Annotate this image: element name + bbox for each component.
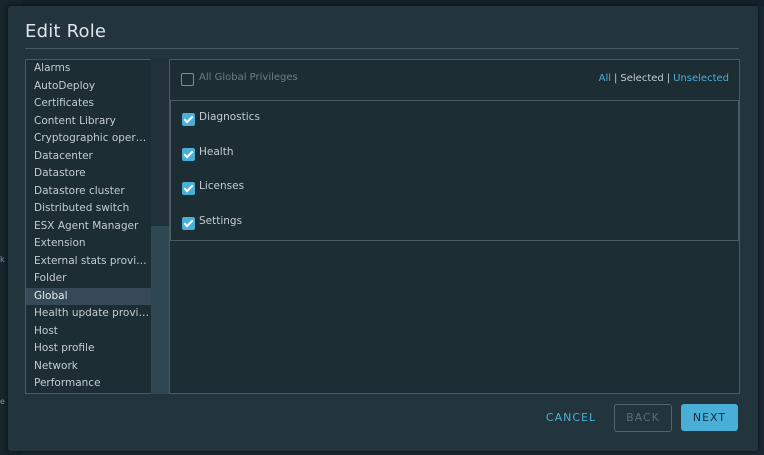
privilege-list: Diagnostics Health Licenses Settings — [170, 101, 739, 241]
select-all-label: All Global Privileges — [199, 72, 298, 83]
cancel-button[interactable]: CANCEL — [535, 404, 607, 431]
category-item[interactable]: Datastore cluster — [26, 183, 152, 201]
privilege-label: Health — [199, 146, 234, 158]
filter-separator: | — [614, 73, 618, 84]
privilege-filter: All | Selected | Unselected — [599, 73, 729, 84]
next-button[interactable]: NEXT — [681, 404, 738, 431]
privileges-header: All Global Privileges All | Selected | Unsel… — [170, 60, 739, 101]
privilege-checkbox[interactable] — [182, 182, 195, 195]
privilege-row[interactable]: Health — [171, 144, 731, 164]
background-text-fragment: e — [0, 397, 5, 406]
category-item[interactable]: Folder — [26, 270, 152, 288]
privilege-category-list[interactable]: Alarms AutoDeploy Certificates Content L… — [25, 59, 152, 394]
edit-role-dialog: Edit Role Alarms AutoDeploy Certificates… — [8, 6, 758, 451]
category-item[interactable]: Host profile — [26, 340, 152, 358]
privilege-checkbox[interactable] — [182, 148, 195, 161]
category-item[interactable]: Datastore — [26, 165, 152, 183]
filter-all-link[interactable]: All — [599, 73, 611, 84]
category-item[interactable]: Cryptographic operati... — [26, 130, 152, 148]
category-scrollbar[interactable] — [151, 59, 169, 394]
category-item[interactable]: Health update provider — [26, 305, 152, 323]
select-all-checkbox[interactable] — [181, 73, 194, 86]
category-item[interactable]: External stats provider — [26, 253, 152, 271]
privilege-row[interactable]: Licenses — [171, 178, 731, 198]
privilege-row[interactable]: Diagnostics — [171, 109, 731, 129]
background-text-fragment: k — [0, 255, 5, 264]
category-item[interactable]: Certificates — [26, 95, 152, 113]
privilege-checkbox[interactable] — [182, 217, 195, 230]
filter-unselected-link[interactable]: Unselected — [673, 73, 729, 84]
back-button[interactable]: BACK — [614, 404, 672, 432]
category-item[interactable]: Extension — [26, 235, 152, 253]
category-item[interactable]: Performance — [26, 375, 152, 393]
scrollbar-thumb[interactable] — [151, 59, 169, 226]
privileges-panel: All Global Privileges All | Selected | Unsel… — [169, 59, 740, 394]
category-item[interactable]: Distributed switch — [26, 200, 152, 218]
category-item[interactable]: Content Library — [26, 113, 152, 131]
dialog-title: Edit Role — [25, 21, 107, 42]
category-item[interactable]: AutoDeploy — [26, 78, 152, 96]
category-item[interactable]: Datacenter — [26, 148, 152, 166]
category-item[interactable]: Network — [26, 358, 152, 376]
privilege-row[interactable]: Settings — [171, 213, 731, 233]
privilege-label: Licenses — [199, 180, 245, 192]
privilege-label: Settings — [199, 215, 243, 227]
category-item[interactable]: Host — [26, 323, 152, 341]
category-item[interactable]: Alarms — [26, 60, 152, 78]
filter-separator: | — [666, 73, 671, 84]
category-item[interactable]: ESX Agent Manager — [26, 218, 152, 236]
privilege-label: Diagnostics — [199, 111, 260, 123]
title-divider — [25, 48, 739, 49]
category-item-selected[interactable]: Global — [26, 287, 152, 305]
filter-selected-link[interactable]: Selected — [620, 73, 663, 84]
privilege-checkbox[interactable] — [182, 113, 195, 126]
